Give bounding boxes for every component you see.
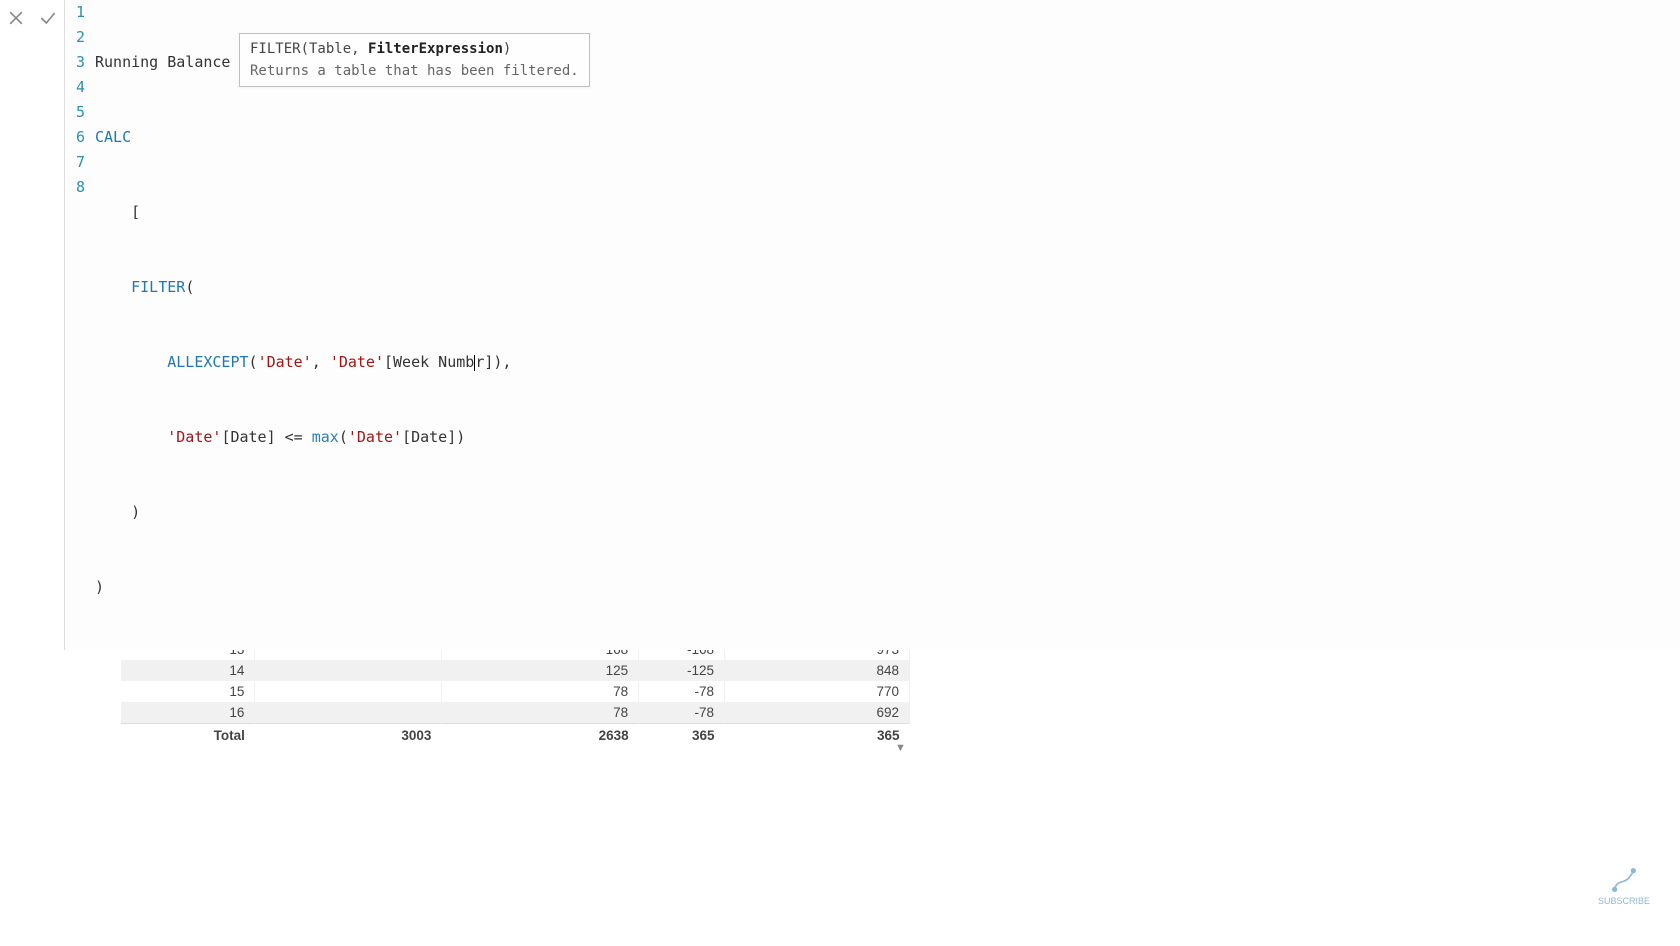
table-row[interactable]: 14 125-125848 <box>121 660 910 681</box>
tooltip-desc: Returns a table that has been filtered. <box>250 60 579 82</box>
table-cell: 78 <box>441 681 638 702</box>
code-text: [Week Numb <box>384 353 474 371</box>
code-text: 'Date' <box>167 428 221 446</box>
table-row[interactable]: 15 78-78770 <box>121 681 910 702</box>
cancel-icon[interactable] <box>6 8 26 31</box>
total-cell: 365 <box>725 724 910 748</box>
code-text: , <box>312 353 330 371</box>
code-text: ( <box>249 353 258 371</box>
code-text: 'Date' <box>258 353 312 371</box>
table-cell: 770 <box>725 681 910 702</box>
code-text: max <box>312 428 339 446</box>
total-label: Total <box>121 724 255 748</box>
code-text: [ <box>131 203 140 221</box>
table-cell: 14 <box>121 660 255 681</box>
scroll-down-icon[interactable]: ▼ <box>895 742 906 754</box>
total-cell: 2638 <box>441 724 638 748</box>
total-cell: 365 <box>639 724 725 748</box>
code-text: ) <box>131 503 140 521</box>
code-text: ALLEXCEPT <box>167 353 248 371</box>
tooltip-sig: FILTER(Table, <box>250 41 368 57</box>
code-text: ( <box>185 278 194 296</box>
table-cell <box>255 660 442 681</box>
formula-editor[interactable]: 1 2 3 4 5 6 7 8 Running Balance = CALC [… <box>64 0 1680 650</box>
table-cell: 692 <box>725 702 910 724</box>
code-text: FILTER <box>131 278 185 296</box>
table-cell <box>255 702 442 724</box>
table-cell: -78 <box>639 681 725 702</box>
code-text: [Date] <= <box>221 428 311 446</box>
formula-bar: 1 2 3 4 5 6 7 8 Running Balance = CALC [… <box>0 0 1680 650</box>
code-text: CALC <box>95 128 131 146</box>
subscribe-watermark: SUBSCRIBE <box>1598 866 1650 906</box>
table-cell <box>255 681 442 702</box>
table-cell: 15 <box>121 681 255 702</box>
code-text: 'Date' <box>330 353 384 371</box>
tooltip-sig-active: FilterExpression <box>368 41 503 57</box>
code-body[interactable]: Running Balance = CALC [ FILTER( ALLEXCE… <box>95 0 1680 650</box>
code-text: Running Balance = <box>95 53 249 71</box>
table-cell: 78 <box>441 702 638 724</box>
table-cell: -78 <box>639 702 725 724</box>
code-text: ( <box>339 428 348 446</box>
table-cell: 125 <box>441 660 638 681</box>
tooltip-sig: ) <box>503 41 511 57</box>
table-cell: 848 <box>725 660 910 681</box>
table-row[interactable]: 16 78-78692 <box>121 702 910 724</box>
intellisense-tooltip: FILTER(Table, FilterExpression) Returns … <box>239 33 590 87</box>
total-cell: 3003 <box>255 724 442 748</box>
line-gutter: 1 2 3 4 5 6 7 8 <box>65 0 91 200</box>
code-text: ) <box>95 578 104 596</box>
code-text: 'Date' <box>348 428 402 446</box>
watermark-text: SUBSCRIBE <box>1598 896 1650 906</box>
table-cell: -125 <box>639 660 725 681</box>
table-cell: 16 <box>121 702 255 724</box>
commit-icon[interactable] <box>38 8 58 31</box>
code-text: [Date]) <box>402 428 465 446</box>
code-text: r]), <box>475 353 511 371</box>
